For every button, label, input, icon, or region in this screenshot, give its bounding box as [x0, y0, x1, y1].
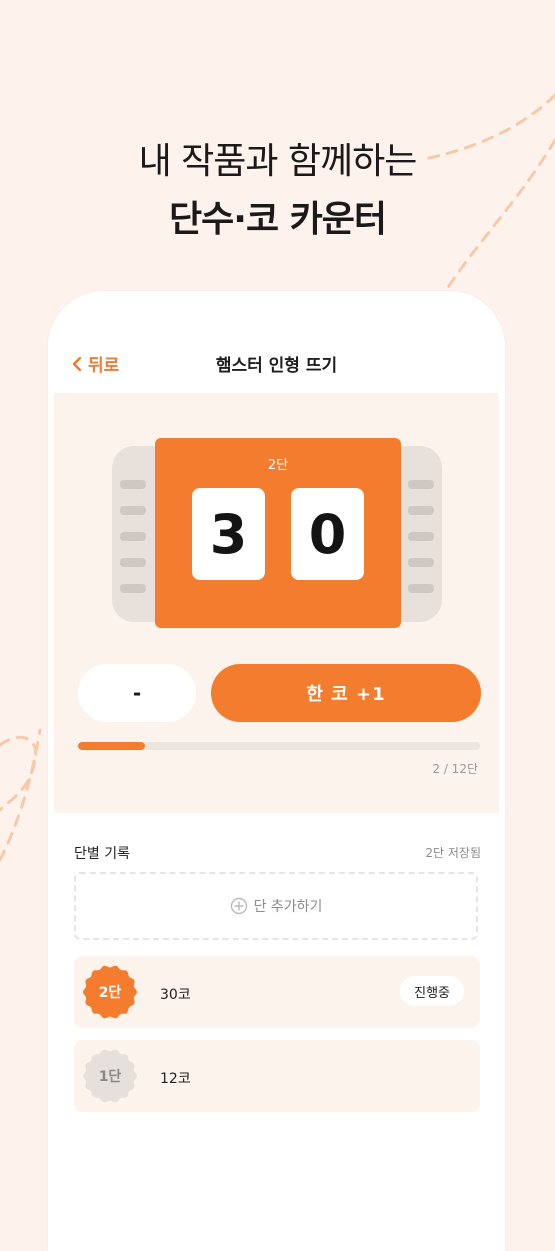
headline-line-2: 단수·코 카운터	[169, 199, 387, 240]
nav-bar: 뒤로 햄스터 인형 뜨기	[48, 291, 505, 391]
row-badge-label: 1단	[98, 1069, 122, 1085]
plus-circle-icon	[230, 897, 247, 915]
page-title: 햄스터 인형 뜨기	[215, 356, 338, 376]
phone-frame: 뒤로 햄스터 인형 뜨기 2단 3 0 - 한 코 +1 2 / 12단 단별 …	[48, 291, 505, 1251]
current-row-label: 2단	[267, 458, 289, 473]
list-item-row-1[interactable]: 1단 12코	[74, 1040, 480, 1112]
row-badge: 2단	[82, 964, 138, 1020]
counter-digit-ones: 0	[291, 488, 364, 580]
row-records-title: 단별 기록	[74, 846, 130, 862]
row-progress-text: 2 / 12단	[432, 762, 478, 776]
row-progress-fill	[78, 742, 145, 750]
add-row-button[interactable]: 단 추가하기	[74, 872, 478, 940]
decrement-button[interactable]: -	[78, 664, 196, 722]
row-stitch-count: 12코	[160, 1071, 191, 1087]
saved-status-text: 2단 저장됨	[425, 846, 481, 860]
stitch-counter-card: 2단 3 0	[155, 438, 401, 628]
add-row-label: 단 추가하기	[253, 899, 323, 915]
increment-stitch-button[interactable]: 한 코 +1	[211, 664, 481, 722]
row-progress-bar	[78, 742, 480, 750]
headline-line-1: 내 작품과 함께하는	[138, 141, 418, 182]
row-badge: 1단	[82, 1048, 138, 1104]
row-stitch-count: 30코	[160, 987, 191, 1003]
list-item-row-2[interactable]: 2단 30코 진행중	[74, 956, 480, 1028]
counter-section: 2단 3 0 - 한 코 +1 2 / 12단	[54, 393, 499, 813]
counter-digit-tens: 3	[192, 488, 265, 580]
status-badge: 진행중	[400, 976, 464, 1006]
row-badge-label: 2단	[98, 985, 122, 1001]
